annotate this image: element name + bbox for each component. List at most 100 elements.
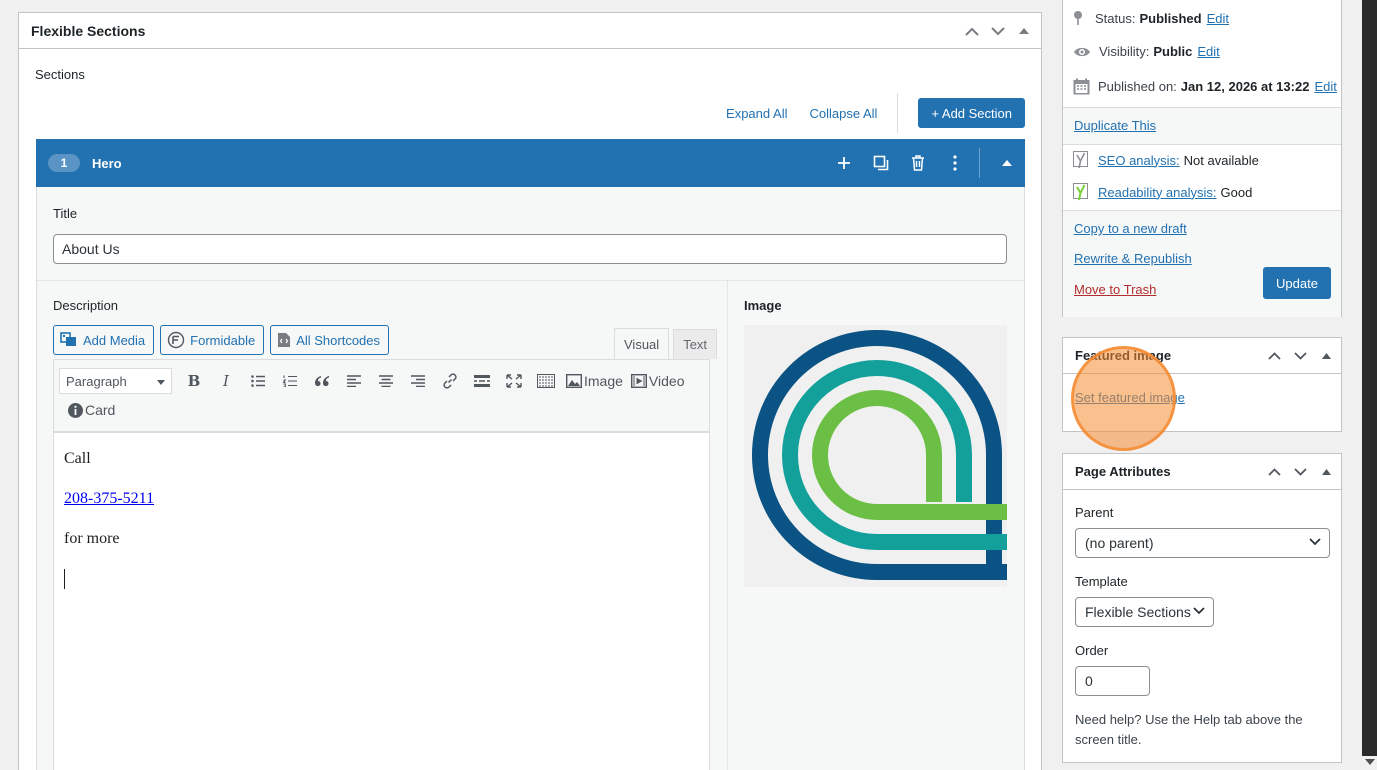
insert-image-button[interactable]: Image [562, 367, 627, 395]
scrollbar-thumb[interactable] [1362, 0, 1377, 756]
formidable-icon [167, 331, 185, 349]
duplicate-row: Duplicate This [1073, 118, 1156, 133]
formidable-label: Formidable [190, 332, 256, 348]
status-row: Status: Published Edit [1073, 10, 1229, 26]
calendar-icon [1073, 78, 1090, 95]
add-media-button[interactable]: Add Media [53, 325, 155, 355]
insert-card-label: Card [85, 402, 116, 418]
parent-select-value: (no parent) [1085, 535, 1154, 551]
duplicate-icon[interactable] [862, 139, 899, 187]
all-shortcodes-button[interactable]: All Shortcodes [270, 325, 390, 355]
arch-logo-image [752, 330, 1007, 580]
read-more-icon[interactable] [466, 367, 498, 395]
numbered-list-icon[interactable] [274, 367, 306, 395]
insert-card-button[interactable]: Card [64, 396, 119, 424]
collapse-section-icon[interactable] [988, 139, 1025, 187]
toggle-panel-icon[interactable] [1313, 454, 1339, 490]
move-down-icon[interactable] [985, 13, 1011, 49]
page-attributes-header: Page Attributes [1063, 454, 1341, 490]
blockquote-icon[interactable] [306, 367, 338, 395]
copy-draft-row: Copy to a new draft [1073, 221, 1187, 236]
seo-analysis-value: Not available [1183, 152, 1259, 168]
collapse-all-link[interactable]: Collapse All [809, 106, 877, 121]
insert-video-label: Video [648, 373, 685, 389]
rewrite-republish-link[interactable]: Rewrite & Republish [1074, 251, 1192, 266]
template-select[interactable]: Flexible Sections [1075, 597, 1214, 627]
order-label: Order [1075, 643, 1109, 658]
content-line: Call [64, 450, 91, 467]
add-section-button[interactable]: + Add Section [918, 98, 1025, 128]
italic-icon[interactable]: I [210, 367, 242, 395]
align-left-icon[interactable] [338, 367, 370, 395]
sections-label: Sections [35, 67, 85, 82]
format-select-value: Paragraph [66, 373, 127, 389]
section-number-badge: 1 [48, 154, 80, 172]
toolbar-toggle-icon[interactable] [530, 367, 562, 395]
edit-date-link[interactable]: Edit [1314, 79, 1336, 94]
move-to-trash-link[interactable]: Move to Trash [1074, 282, 1156, 297]
move-down-icon[interactable] [1287, 338, 1313, 374]
metabox-header: Flexible Sections [19, 13, 1041, 49]
fullscreen-icon[interactable] [498, 367, 530, 395]
video-icon [630, 374, 647, 388]
edit-visibility-link[interactable]: Edit [1197, 44, 1219, 59]
parent-select[interactable]: (no parent) [1075, 528, 1330, 558]
seo-row: SEO analysis: Not available [1073, 151, 1259, 169]
image-icon [566, 374, 582, 388]
visibility-row: Visibility: Public Edit [1073, 44, 1220, 59]
text-cursor [64, 569, 65, 589]
add-icon[interactable] [825, 139, 862, 187]
description-editor[interactable]: Call 208-375-5211 for more [53, 432, 710, 770]
format-select[interactable]: Paragraph [59, 368, 172, 394]
readability-analysis-link[interactable]: Readability analysis: [1098, 185, 1217, 200]
featured-image-title: Featured image [1075, 348, 1172, 363]
trash-row: Move to Trash [1073, 282, 1156, 297]
align-center-icon[interactable] [370, 367, 402, 395]
formidable-button[interactable]: Formidable [160, 325, 265, 355]
featured-image-header: Featured image [1063, 338, 1341, 374]
toggle-panel-icon[interactable] [1313, 338, 1339, 374]
move-up-icon[interactable] [959, 13, 985, 49]
visibility-label: Visibility: [1099, 44, 1150, 59]
yoast-readability-icon [1073, 183, 1088, 201]
update-button[interactable]: Update [1263, 267, 1331, 299]
hero-image[interactable] [744, 325, 1007, 587]
duplicate-this-link[interactable]: Duplicate This [1074, 118, 1156, 133]
align-right-icon[interactable] [402, 367, 434, 395]
more-options-icon[interactable] [936, 139, 973, 187]
title-input[interactable] [53, 234, 1007, 264]
eye-icon [1074, 47, 1090, 56]
link-icon[interactable] [434, 367, 466, 395]
publish-box: Status: Published Edit Visibility: Public Ed… [1062, 0, 1342, 317]
expand-all-link[interactable]: Expand All [726, 106, 787, 121]
seo-analysis-link[interactable]: SEO analysis: [1098, 153, 1180, 168]
set-featured-image-link[interactable]: Set featured image [1075, 390, 1185, 405]
order-input[interactable]: 0 [1075, 666, 1150, 696]
tab-text[interactable]: Text [673, 329, 718, 359]
add-media-label: Add Media [83, 332, 146, 348]
status-label: Status: [1095, 10, 1136, 26]
hero-section-header[interactable]: 1 Hero [36, 139, 1025, 187]
readability-analysis-value: Good [1220, 184, 1253, 200]
move-up-icon[interactable] [1261, 338, 1287, 374]
chevron-down-icon [1309, 538, 1321, 546]
flexible-sections-metabox: Flexible Sections Sections Expand All Co… [18, 12, 1042, 770]
divider [979, 148, 980, 178]
insert-video-button[interactable]: Video [627, 367, 689, 395]
trash-icon[interactable] [899, 139, 936, 187]
metabox-title: Flexible Sections [31, 22, 146, 39]
title-field-label: Title [53, 206, 78, 221]
edit-status-link[interactable]: Edit [1207, 11, 1229, 26]
copy-to-new-draft-link[interactable]: Copy to a new draft [1074, 221, 1187, 236]
move-up-icon[interactable] [1261, 454, 1287, 490]
scroll-down-arrow-icon[interactable] [1365, 759, 1375, 765]
tab-visual[interactable]: Visual [614, 328, 670, 359]
all-shortcodes-label: All Shortcodes [296, 332, 381, 348]
toggle-panel-icon[interactable] [1011, 13, 1037, 49]
readability-row: Readability analysis: Good [1073, 183, 1252, 201]
bullet-list-icon[interactable] [242, 367, 274, 395]
order-value: 0 [1085, 673, 1093, 689]
phone-link[interactable]: 208-375-5211 [64, 490, 154, 507]
move-down-icon[interactable] [1287, 454, 1313, 490]
bold-icon[interactable]: B [178, 367, 210, 395]
